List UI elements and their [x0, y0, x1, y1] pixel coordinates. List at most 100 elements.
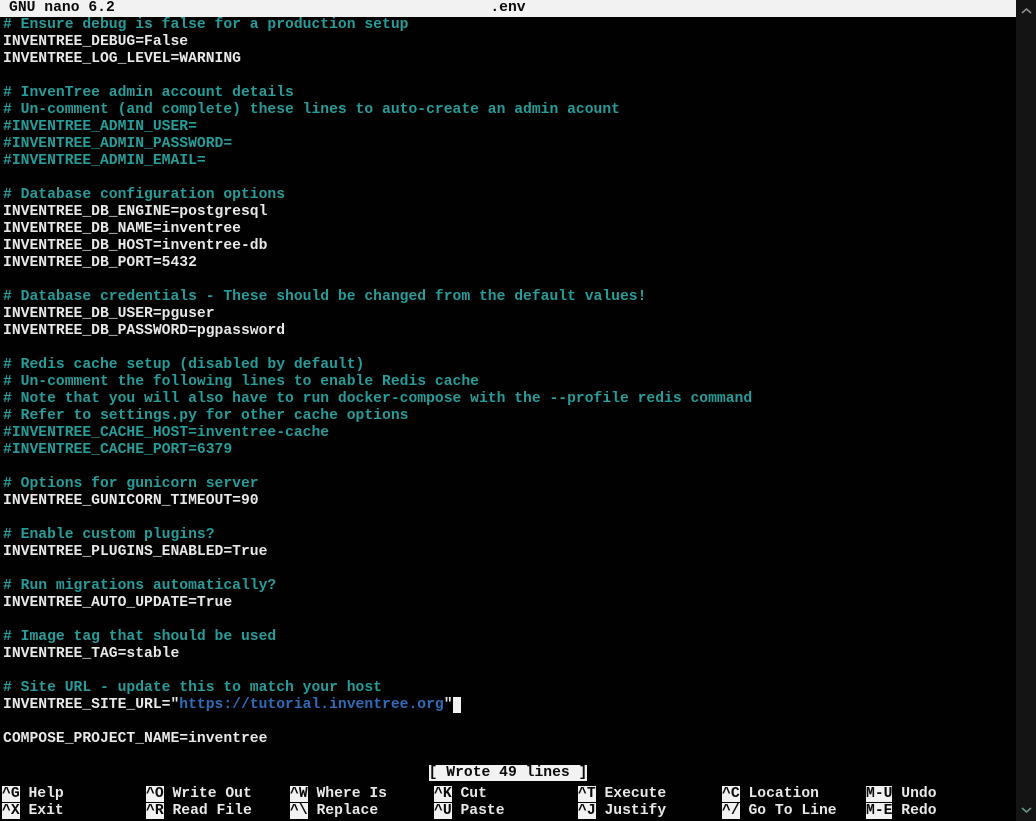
editor-text-segment: # Site URL - update this to match your h… — [3, 680, 382, 696]
scrollbar-down-button[interactable] — [1016, 800, 1036, 820]
editor-line[interactable]: INVENTREE_DB_ENGINE=postgresql — [3, 204, 1015, 221]
editor-line[interactable] — [3, 340, 1015, 357]
shortcut-key: ^G — [2, 786, 20, 802]
editor-line[interactable]: INVENTREE_DB_NAME=inventree — [3, 221, 1015, 238]
editor-line[interactable]: INVENTREE_DB_HOST=inventree-db — [3, 238, 1015, 255]
editor-line[interactable]: # Options for gunicorn server — [3, 476, 1015, 493]
shortcut-key: ^U — [434, 803, 452, 819]
editor-line[interactable]: INVENTREE_SITE_URL="https://tutorial.inv… — [3, 697, 1015, 714]
editor-line[interactable] — [3, 510, 1015, 527]
editor-line[interactable]: #INVENTREE_CACHE_HOST=inventree-cache — [3, 425, 1015, 442]
shortcut-execute[interactable]: ^TExecute — [578, 786, 722, 803]
editor-text-segment: INVENTREE_DB_HOST=inventree-db — [3, 238, 267, 254]
shortcut-label: Write Out — [164, 786, 252, 802]
editor-line[interactable]: # Database configuration options — [3, 187, 1015, 204]
editor-line[interactable]: INVENTREE_DB_PORT=5432 — [3, 255, 1015, 272]
shortcut-key: ^J — [578, 803, 596, 819]
editor-line[interactable] — [3, 612, 1015, 629]
scrollbar-up-button[interactable] — [1016, 1, 1036, 21]
shortcut-paste[interactable]: ^UPaste — [434, 803, 578, 820]
editor-text-segment: INVENTREE_DEBUG=False — [3, 34, 188, 50]
editor-text-segment: # Un-comment (and complete) these lines … — [3, 102, 620, 118]
editor-line[interactable]: # Note that you will also have to run do… — [3, 391, 1015, 408]
editor-line[interactable]: #INVENTREE_ADMIN_PASSWORD= — [3, 136, 1015, 153]
shortcut-where-is[interactable]: ^WWhere Is — [290, 786, 434, 803]
editor-text-segment: #INVENTREE_ADMIN_EMAIL= — [3, 153, 206, 169]
chevron-down-icon — [1021, 802, 1032, 819]
editor-line[interactable]: # InvenTree admin account details — [3, 85, 1015, 102]
editor-text-segment: # Refer to settings.py for other cache o… — [3, 408, 408, 424]
editor-line[interactable]: INVENTREE_DB_USER=pguser — [3, 306, 1015, 323]
editor-text-segment: INVENTREE_GUNICORN_TIMEOUT=90 — [3, 493, 259, 509]
editor-text-segment: INVENTREE_DB_PORT=5432 — [3, 255, 197, 271]
shortcut-label: Cut — [452, 786, 487, 802]
shortcut-help[interactable]: ^GHelp — [2, 786, 146, 803]
editor-line[interactable]: INVENTREE_DEBUG=False — [3, 34, 1015, 51]
shortcut-label: Where Is — [308, 786, 387, 802]
editor-line[interactable]: # Enable custom plugins? — [3, 527, 1015, 544]
shortcut-key: ^\ — [290, 803, 308, 819]
editor-content[interactable]: # Ensure debug is false for a production… — [3, 17, 1015, 748]
nano-title-bar: GNU nano 6.2 .env — [0, 0, 1016, 17]
shortcut-label: Redo — [892, 803, 936, 819]
editor-line[interactable] — [3, 272, 1015, 289]
terminal-window: GNU nano 6.2 .env # Ensure debug is fals… — [0, 0, 1036, 821]
editor-line[interactable] — [3, 561, 1015, 578]
terminal-scrollbar[interactable] — [1016, 0, 1036, 821]
editor-text-segment: # Un-comment the following lines to enab… — [3, 374, 479, 390]
shortcut-label: Replace — [308, 803, 379, 819]
shortcut-exit[interactable]: ^XExit — [2, 803, 146, 820]
editor-line[interactable]: INVENTREE_LOG_LEVEL=WARNING — [3, 51, 1015, 68]
editor-text-segment: COMPOSE_PROJECT_NAME=inventree — [3, 731, 267, 747]
editor-line[interactable]: # Image tag that should be used — [3, 629, 1015, 646]
shortcut-cut[interactable]: ^KCut — [434, 786, 578, 803]
editor-line[interactable]: # Site URL - update this to match your h… — [3, 680, 1015, 697]
editor-line[interactable]: #INVENTREE_ADMIN_USER= — [3, 119, 1015, 136]
shortcut-redo[interactable]: M-ERedo — [866, 803, 1010, 820]
editor-line[interactable]: # Redis cache setup (disabled by default… — [3, 357, 1015, 374]
editor-line[interactable]: INVENTREE_AUTO_UPDATE=True — [3, 595, 1015, 612]
chevron-up-icon — [1021, 3, 1032, 20]
editor-line[interactable] — [3, 68, 1015, 85]
editor-line[interactable]: INVENTREE_DB_PASSWORD=pgpassword — [3, 323, 1015, 340]
editor-line[interactable] — [3, 459, 1015, 476]
editor-line[interactable]: #INVENTREE_CACHE_PORT=6379 — [3, 442, 1015, 459]
shortcut-justify[interactable]: ^JJustify — [578, 803, 722, 820]
editor-line[interactable] — [3, 170, 1015, 187]
editor-line[interactable]: #INVENTREE_ADMIN_EMAIL= — [3, 153, 1015, 170]
shortcut-undo[interactable]: M-UUndo — [866, 786, 1010, 803]
editor-text-segment: # Database credentials - These should be… — [3, 289, 646, 305]
editor-text-segment: # Run migrations automatically? — [3, 578, 276, 594]
editor-line[interactable]: # Ensure debug is false for a production… — [3, 17, 1015, 34]
editor-line[interactable] — [3, 714, 1015, 731]
editor-text-segment: https://tutorial.inventree.org — [179, 697, 443, 713]
editor-line[interactable]: INVENTREE_PLUGINS_ENABLED=True — [3, 544, 1015, 561]
editor-text-segment: # Enable custom plugins? — [3, 527, 215, 543]
editor-line[interactable]: # Un-comment (and complete) these lines … — [3, 102, 1015, 119]
editor-line[interactable]: COMPOSE_PROJECT_NAME=inventree — [3, 731, 1015, 748]
shortcut-key: ^R — [146, 803, 164, 819]
shortcut-key: ^W — [290, 786, 308, 802]
editor-text-segment: INVENTREE_AUTO_UPDATE=True — [3, 595, 232, 611]
editor-line[interactable]: INVENTREE_TAG=stable — [3, 646, 1015, 663]
editor-line[interactable] — [3, 663, 1015, 680]
editor-text-segment: #INVENTREE_ADMIN_USER= — [3, 119, 197, 135]
shortcut-location[interactable]: ^CLocation — [722, 786, 866, 803]
shortcut-label: Execute — [596, 786, 667, 802]
editor-line[interactable]: INVENTREE_GUNICORN_TIMEOUT=90 — [3, 493, 1015, 510]
editor-text-segment: # Redis cache setup (disabled by default… — [3, 357, 364, 373]
editor-line[interactable]: # Run migrations automatically? — [3, 578, 1015, 595]
editor-line[interactable]: # Refer to settings.py for other cache o… — [3, 408, 1015, 425]
editor-text-segment: #INVENTREE_ADMIN_PASSWORD= — [3, 136, 232, 152]
shortcut-label: Exit — [20, 803, 64, 819]
shortcut-write-out[interactable]: ^OWrite Out — [146, 786, 290, 803]
shortcut-go-to-line[interactable]: ^/Go To Line — [722, 803, 866, 820]
shortcut-read-file[interactable]: ^RRead File — [146, 803, 290, 820]
shortcut-label: Location — [740, 786, 819, 802]
shortcut-key: ^/ — [722, 803, 740, 819]
editor-line[interactable]: # Un-comment the following lines to enab… — [3, 374, 1015, 391]
editor-text-segment: #INVENTREE_CACHE_HOST=inventree-cache — [3, 425, 329, 441]
shortcut-replace[interactable]: ^\Replace — [290, 803, 434, 820]
file-name: .env — [0, 0, 1016, 17]
editor-line[interactable]: # Database credentials - These should be… — [3, 289, 1015, 306]
